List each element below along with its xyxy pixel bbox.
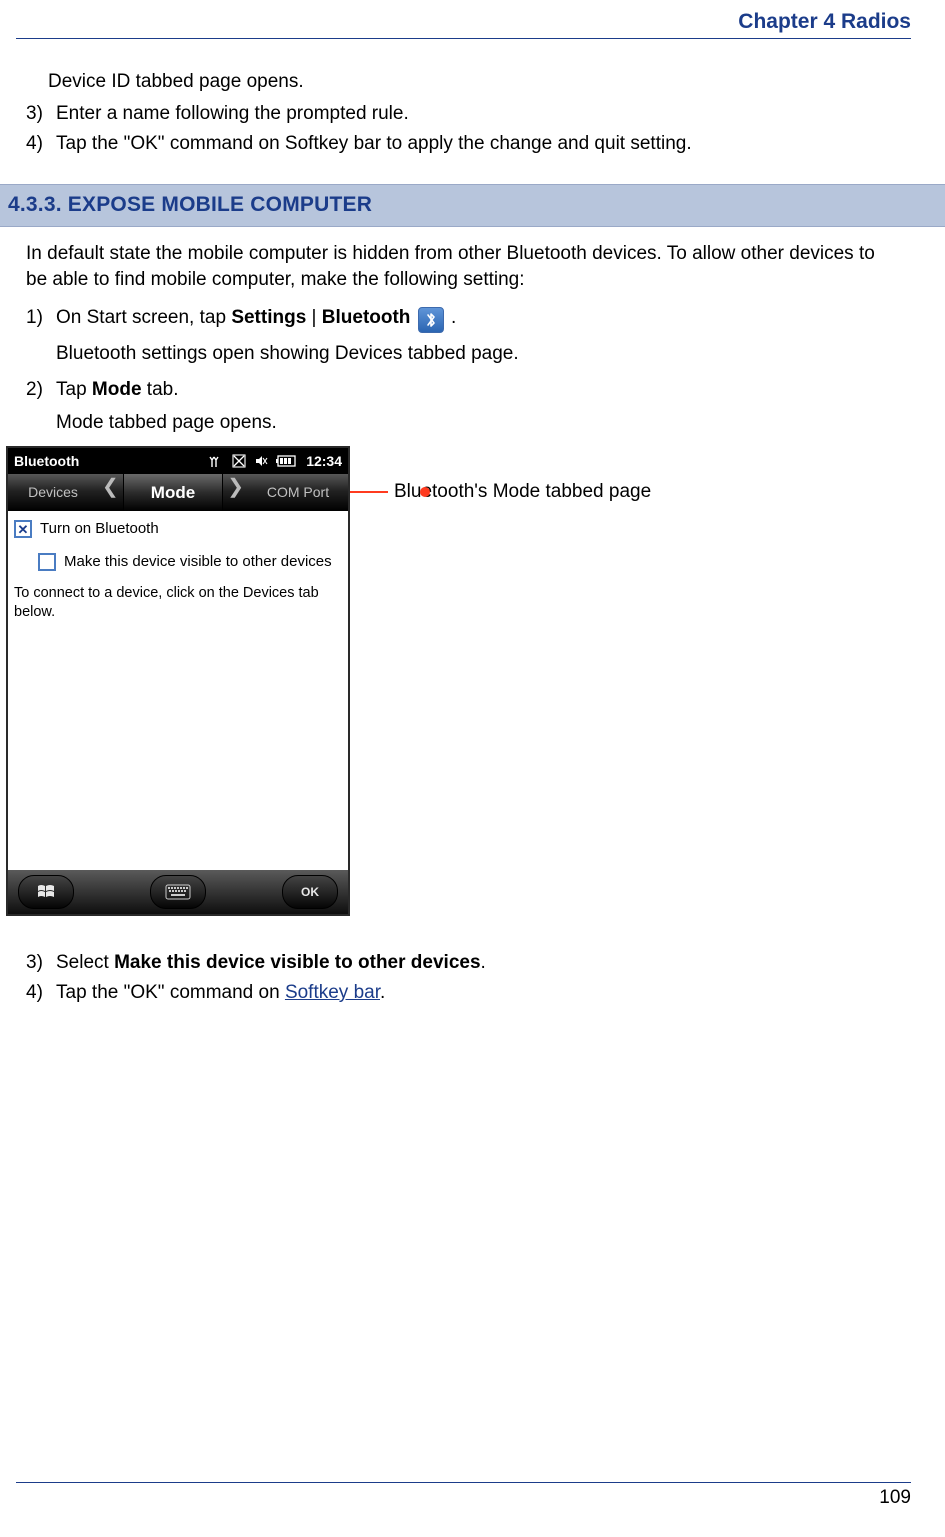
step-text: Select Make this device visible to other… <box>56 950 897 976</box>
softkey-bar: OK <box>8 870 348 914</box>
text-fragment: . <box>446 307 457 328</box>
softkey-bar-link[interactable]: Softkey bar <box>285 982 380 1003</box>
signal-icon <box>232 454 246 468</box>
connectivity-icon <box>208 454 224 468</box>
text-fragment: Select <box>56 952 114 973</box>
hint-text: To connect to a device, click on the Dev… <box>14 584 342 622</box>
text-fragment: tab. <box>142 379 179 400</box>
step-text: Tap the "OK" command on Softkey bar. <box>56 980 897 1006</box>
step-text: Tap the "OK" command on Softkey bar to a… <box>56 131 897 157</box>
checkbox-label: Make this device visible to other device… <box>64 552 332 572</box>
text-fragment: . <box>380 982 385 1003</box>
section-number: 4.3.3. <box>8 193 62 216</box>
status-time: 12:34 <box>306 452 342 471</box>
section-title: EXPOSE MOBILE COMPUTER <box>68 193 372 216</box>
windows-button[interactable] <box>18 875 74 909</box>
section-intro: In default state the mobile computer is … <box>26 241 897 293</box>
page-number: 109 <box>26 1483 911 1509</box>
step-text: On Start screen, tap Settings | Bluetoot… <box>56 305 897 333</box>
text-fragment: Tap the "OK" command on <box>56 982 285 1003</box>
list-number: 2) <box>26 377 56 403</box>
text-fragment: . <box>481 952 486 973</box>
volume-icon <box>254 454 268 468</box>
text-fragment: On Start screen, tap <box>56 307 231 328</box>
keyboard-button[interactable] <box>150 875 206 909</box>
tab-mode[interactable]: Mode <box>123 474 223 511</box>
status-bar: Bluetooth 12: <box>8 448 348 474</box>
battery-icon <box>276 455 298 467</box>
mode-label: Mode <box>92 379 142 400</box>
device-screenshot: Bluetooth 12: <box>6 446 350 916</box>
tab-bar: Devices ❮ Mode ❯ COM Port <box>8 474 348 511</box>
text-fragment: | <box>306 307 322 328</box>
tab-mode-label: Mode <box>151 481 195 504</box>
list-number: 4) <box>26 131 56 157</box>
chapter-header: Chapter 4 Radios <box>26 10 911 38</box>
status-title: Bluetooth <box>14 452 208 471</box>
tab-com-port[interactable]: COM Port <box>248 474 348 511</box>
ok-button[interactable]: OK <box>282 875 338 909</box>
step-text: Tap Mode tab. <box>56 377 897 403</box>
list-number: 3) <box>26 950 56 976</box>
option-label: Make this device visible to other device… <box>114 952 480 973</box>
device-content: Turn on Bluetooth Make this device visib… <box>8 511 348 870</box>
text-fragment: Tap <box>56 379 92 400</box>
step-subtext: Bluetooth settings open showing Devices … <box>26 341 897 367</box>
bluetooth-icon <box>418 307 444 333</box>
settings-label: Settings <box>231 307 306 328</box>
step-subtext: Mode tabbed page opens. <box>26 410 897 436</box>
list-number: 3) <box>26 101 56 127</box>
tab-com-port-label: COM Port <box>267 483 329 502</box>
list-number: 1) <box>26 305 56 333</box>
callout-connector <box>350 491 388 493</box>
checkbox-make-visible[interactable] <box>38 553 56 571</box>
keyboard-icon <box>165 884 191 900</box>
bluetooth-label: Bluetooth <box>322 307 411 328</box>
chevron-left-icon[interactable]: ❮ <box>98 474 123 511</box>
windows-icon <box>36 883 56 901</box>
checkbox-turn-on-bluetooth[interactable] <box>14 520 32 538</box>
step-text: Enter a name following the prompted rule… <box>56 101 897 127</box>
chevron-right-icon[interactable]: ❯ <box>223 474 248 511</box>
checkbox-label: Turn on Bluetooth <box>40 519 159 539</box>
section-heading: 4.3.3. EXPOSE MOBILE COMPUTER <box>0 184 945 227</box>
tab-devices[interactable]: Devices <box>8 474 98 511</box>
list-number: 4) <box>26 980 56 1006</box>
continuation-line: Device ID tabbed page opens. <box>26 69 897 95</box>
